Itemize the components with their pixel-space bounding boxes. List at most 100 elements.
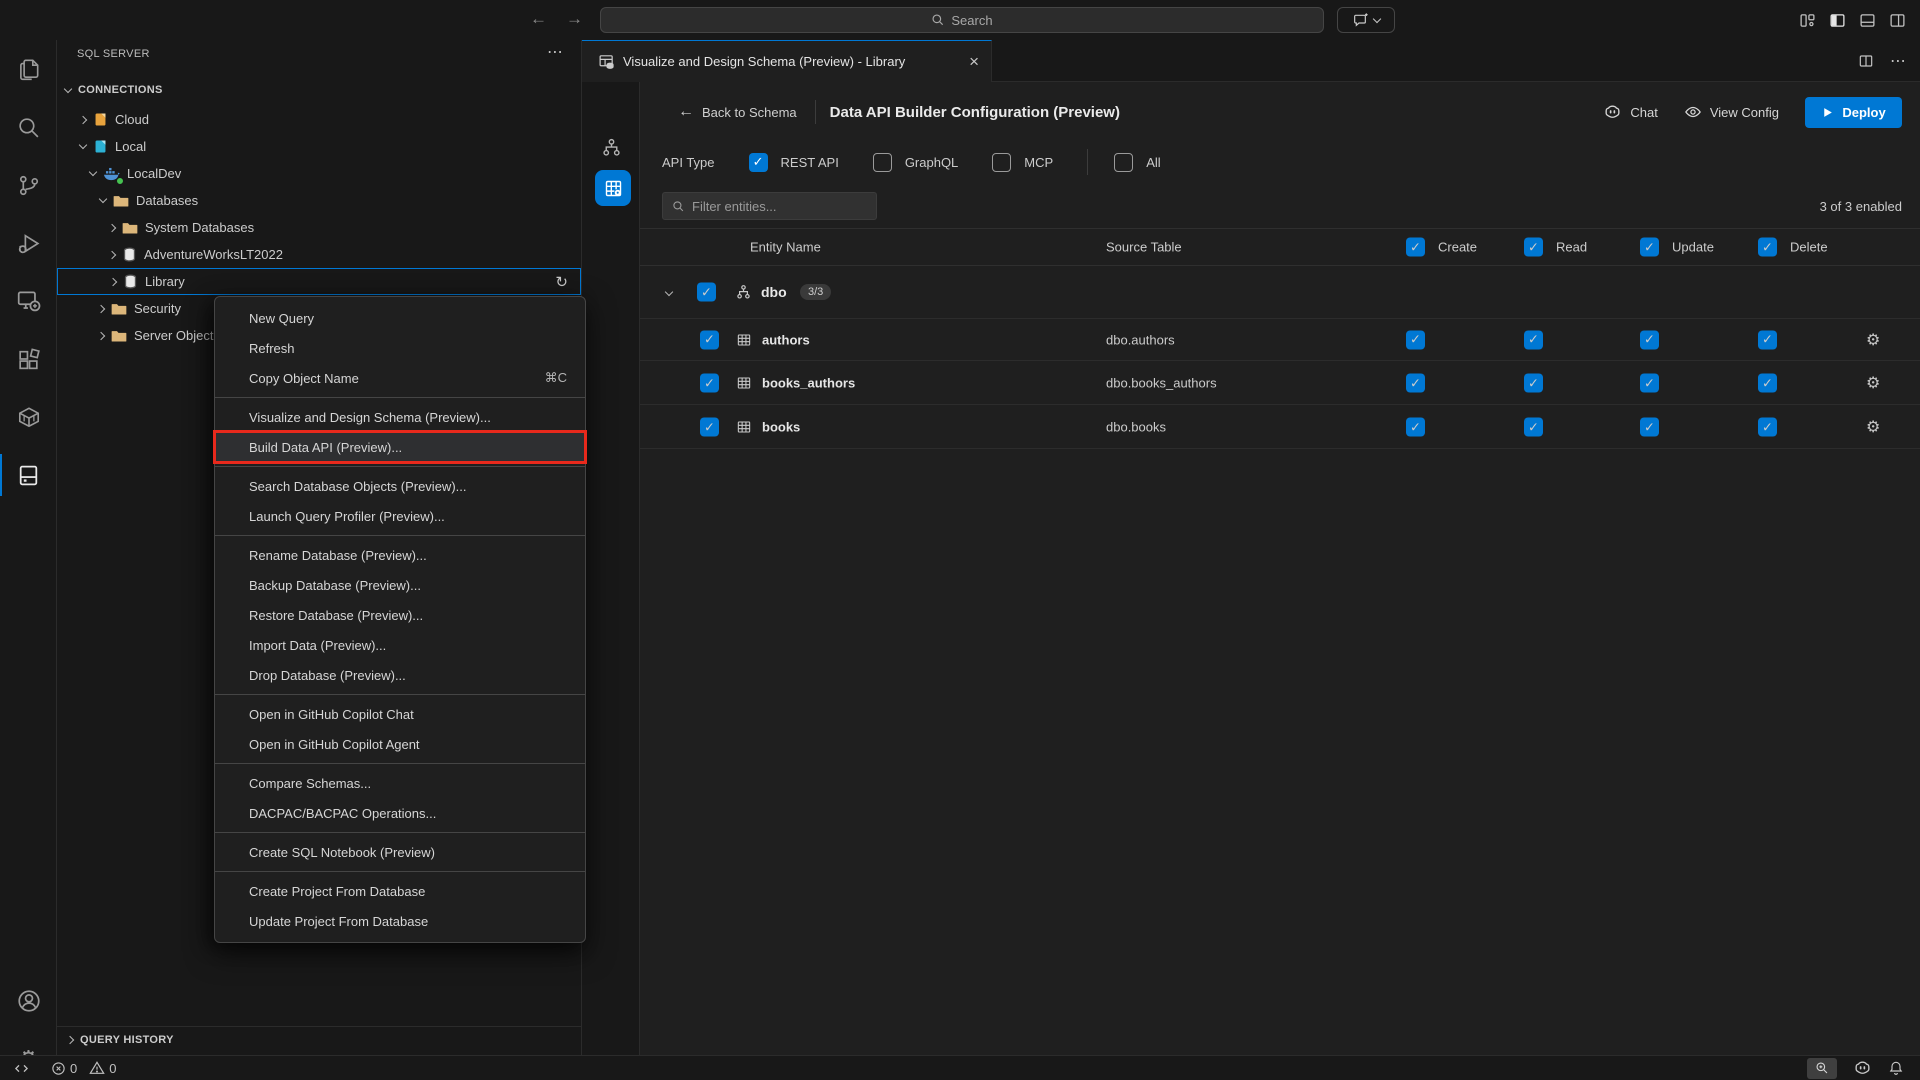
- more-actions-icon[interactable]: ⋯: [547, 42, 563, 62]
- row-settings-gear-icon[interactable]: ⚙: [1866, 373, 1880, 393]
- menu-item-dacpac-bacpac[interactable]: DACPAC/BACPAC Operations...: [215, 798, 585, 828]
- create-checkbox[interactable]: [1406, 418, 1425, 437]
- chevron-right-icon: [97, 331, 105, 339]
- zoom-in-status-button[interactable]: [1807, 1058, 1837, 1079]
- menu-item-update-project[interactable]: Update Project From Database: [215, 906, 585, 936]
- query-history-section-header[interactable]: QUERY HISTORY: [57, 1026, 581, 1052]
- dbo-group-checkbox[interactable]: [697, 283, 716, 302]
- row-settings-gear-icon[interactable]: ⚙: [1866, 330, 1880, 350]
- menu-item-backup-database[interactable]: Backup Database (Preview)...: [215, 570, 585, 600]
- back-to-schema-link[interactable]: ← Back to Schema: [678, 103, 797, 121]
- filter-input[interactable]: [692, 199, 867, 214]
- global-search-input[interactable]: Search: [600, 7, 1324, 33]
- connections-section-header[interactable]: CONNECTIONS: [57, 78, 581, 102]
- menu-item-open-copilot-chat[interactable]: Open in GitHub Copilot Chat: [215, 699, 585, 729]
- view-config-button[interactable]: View Config: [1684, 103, 1779, 121]
- menu-item-import-data[interactable]: Import Data (Preview)...: [215, 630, 585, 660]
- schema-diagram-tool-icon[interactable]: [601, 137, 622, 158]
- schema-group-row-dbo[interactable]: dbo 3/3: [640, 270, 1920, 314]
- account-button[interactable]: [0, 988, 57, 1014]
- update-checkbox[interactable]: [1640, 374, 1659, 393]
- delete-checkbox[interactable]: [1758, 418, 1777, 437]
- tree-item-cloud[interactable]: Cloud: [57, 106, 581, 133]
- menu-item-create-sql-notebook[interactable]: Create SQL Notebook (Preview): [215, 837, 585, 867]
- read-checkbox[interactable]: [1524, 418, 1543, 437]
- tree-item-system-databases[interactable]: System Databases: [57, 214, 581, 241]
- filter-entities-input[interactable]: [662, 192, 877, 220]
- activity-extensions[interactable]: [0, 330, 57, 388]
- problems-warnings[interactable]: 0: [89, 1060, 116, 1076]
- more-actions-icon[interactable]: ⋯: [1890, 51, 1906, 71]
- copilot-status-icon[interactable]: [1853, 1059, 1872, 1078]
- copilot-menu-button[interactable]: [1337, 7, 1395, 33]
- create-all-checkbox[interactable]: [1406, 238, 1425, 257]
- row-checkbox[interactable]: [700, 418, 719, 437]
- deploy-button[interactable]: Deploy: [1805, 97, 1902, 128]
- menu-item-search-database-objects[interactable]: Search Database Objects (Preview)...: [215, 471, 585, 501]
- update-checkbox[interactable]: [1640, 418, 1659, 437]
- activity-containers[interactable]: [0, 388, 57, 446]
- menu-item-restore-database[interactable]: Restore Database (Preview)...: [215, 600, 585, 630]
- graphql-checkbox[interactable]: [873, 153, 892, 172]
- tree-item-databases[interactable]: Databases: [57, 187, 581, 214]
- read-all-checkbox[interactable]: [1524, 238, 1543, 257]
- activity-run-debug[interactable]: [0, 214, 57, 272]
- menu-item-drop-database[interactable]: Drop Database (Preview)...: [215, 660, 585, 690]
- menu-item-compare-schemas[interactable]: Compare Schemas...: [215, 768, 585, 798]
- row-checkbox[interactable]: [700, 330, 719, 349]
- activity-remote-explorer[interactable]: [0, 272, 57, 330]
- menu-item-open-copilot-agent[interactable]: Open in GitHub Copilot Agent: [215, 729, 585, 759]
- read-checkbox[interactable]: [1524, 330, 1543, 349]
- delete-checkbox[interactable]: [1758, 330, 1777, 349]
- refresh-icon[interactable]: ↻: [555, 273, 568, 291]
- tab-visualize-design-schema[interactable]: Visualize and Design Schema (Preview) - …: [582, 40, 992, 82]
- remote-indicator[interactable]: [14, 1061, 29, 1076]
- api-option-mcp[interactable]: MCP: [992, 153, 1053, 172]
- menu-item-create-project[interactable]: Create Project From Database: [215, 876, 585, 906]
- chat-label: Chat: [1630, 105, 1657, 120]
- split-editor-icon[interactable]: [1858, 53, 1874, 69]
- tree-item-localdev[interactable]: LocalDev: [57, 160, 581, 187]
- all-checkbox[interactable]: [1114, 153, 1133, 172]
- menu-item-launch-query-profiler[interactable]: Launch Query Profiler (Preview)...: [215, 501, 585, 531]
- chat-button[interactable]: Chat: [1603, 103, 1657, 122]
- api-option-all[interactable]: All: [1114, 153, 1160, 172]
- activity-source-control[interactable]: [0, 156, 57, 214]
- activity-sql-server[interactable]: [0, 446, 57, 504]
- toggle-panel-icon[interactable]: [1859, 12, 1876, 29]
- update-all-checkbox[interactable]: [1640, 238, 1659, 257]
- mcp-checkbox[interactable]: [992, 153, 1011, 172]
- row-checkbox[interactable]: [700, 374, 719, 393]
- history-forward-icon[interactable]: →: [566, 9, 583, 29]
- problems-errors[interactable]: 0: [51, 1061, 77, 1076]
- menu-item-rename-database[interactable]: Rename Database (Preview)...: [215, 540, 585, 570]
- rest-api-checkbox[interactable]: [749, 153, 768, 172]
- delete-checkbox[interactable]: [1758, 374, 1777, 393]
- activity-search[interactable]: [0, 98, 57, 156]
- tree-item-adventureworks[interactable]: AdventureWorksLT2022: [57, 241, 581, 268]
- menu-item-build-data-api[interactable]: Build Data API (Preview)...: [215, 432, 585, 462]
- tree-item-local[interactable]: Local: [57, 133, 581, 160]
- update-checkbox[interactable]: [1640, 330, 1659, 349]
- data-api-config-tool-button[interactable]: [595, 170, 631, 206]
- customize-layout-icon[interactable]: [1799, 12, 1816, 29]
- activity-explorer[interactable]: [0, 40, 57, 98]
- menu-item-copy-object-name[interactable]: Copy Object Name ⌘C: [215, 363, 585, 393]
- create-checkbox[interactable]: [1406, 330, 1425, 349]
- history-back-icon[interactable]: ←: [530, 9, 547, 29]
- menu-item-refresh[interactable]: Refresh: [215, 333, 585, 363]
- delete-all-checkbox[interactable]: [1758, 238, 1777, 257]
- close-icon[interactable]: ×: [969, 52, 979, 72]
- tree-item-library[interactable]: Library ↻: [57, 268, 581, 295]
- row-settings-gear-icon[interactable]: ⚙: [1866, 417, 1880, 437]
- menu-item-new-query[interactable]: New Query: [215, 303, 585, 333]
- toggle-secondary-sidebar-icon[interactable]: [1889, 12, 1906, 29]
- chevron-down-icon[interactable]: [665, 288, 673, 296]
- read-checkbox[interactable]: [1524, 374, 1543, 393]
- bell-icon[interactable]: [1888, 1060, 1904, 1076]
- api-option-rest[interactable]: REST API: [749, 153, 839, 172]
- menu-item-visualize-design-schema[interactable]: Visualize and Design Schema (Preview)...: [215, 402, 585, 432]
- toggle-primary-sidebar-icon[interactable]: [1829, 12, 1846, 29]
- api-option-graphql[interactable]: GraphQL: [873, 153, 958, 172]
- create-checkbox[interactable]: [1406, 374, 1425, 393]
